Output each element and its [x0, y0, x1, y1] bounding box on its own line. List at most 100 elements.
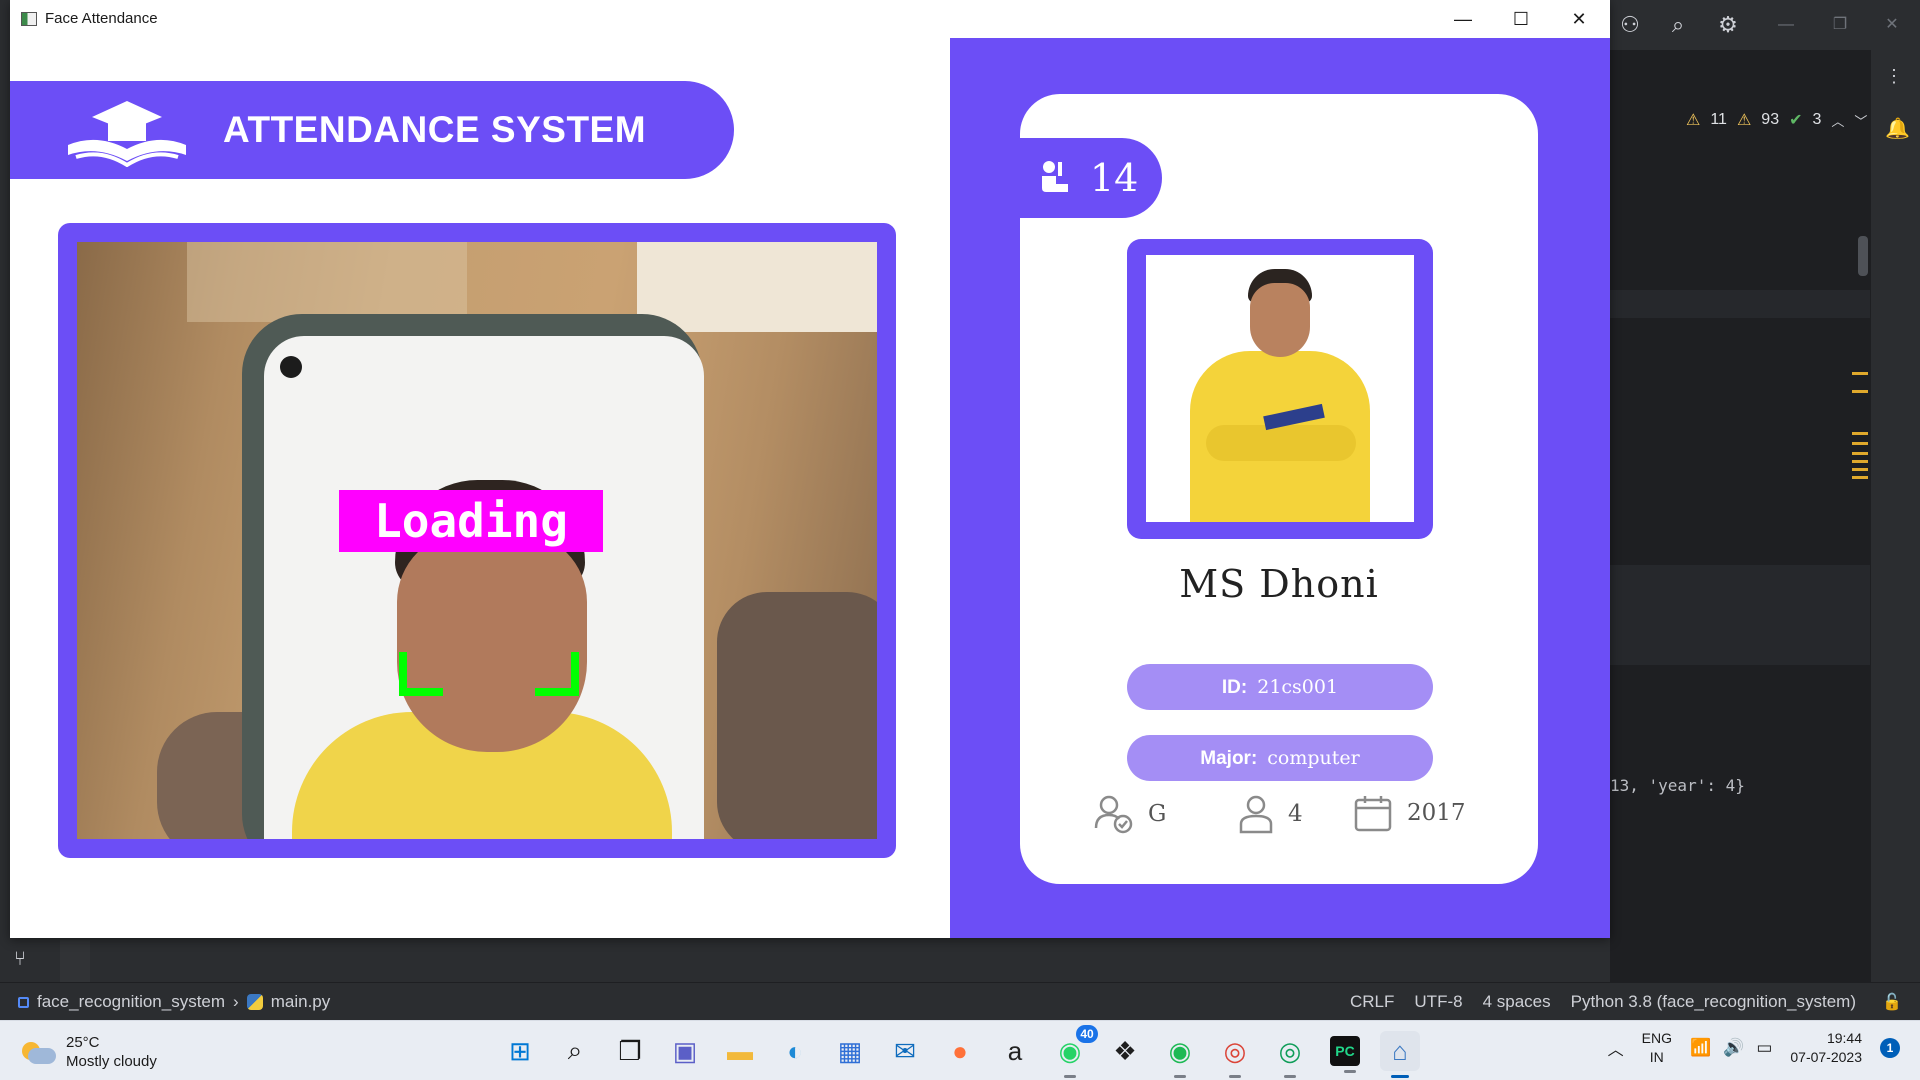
python-app-icon[interactable]: ⌂	[1380, 1031, 1420, 1078]
attendance-person-icon	[1042, 161, 1068, 192]
clock-date: 07-07-2023	[1790, 1049, 1862, 1065]
detected-face	[397, 532, 587, 752]
student-major-pill: Major: computer	[1127, 735, 1433, 781]
amazon-icon[interactable]: a	[995, 1031, 1035, 1071]
title-bar[interactable]: Face Attendance — ☐ ✕	[10, 0, 1610, 38]
gear-icon[interactable]: ⚙	[1715, 12, 1741, 38]
search-icon[interactable]: ⌕	[1665, 12, 1691, 38]
error-stripe-marker[interactable]	[1852, 452, 1868, 455]
header-title: ATTENDANCE SYSTEM	[223, 109, 647, 150]
student-photo-frame	[1127, 239, 1433, 539]
notification-badge[interactable]: 1	[1880, 1038, 1900, 1058]
graduation-cap-book-icon	[68, 101, 186, 167]
ide-toolbar: ⚇ ⌕ ⚙ — ❐ ✕	[1605, 0, 1920, 50]
interpreter-widget[interactable]: Python 3.8 (face_recognition_system)	[1571, 992, 1856, 1012]
check-icon: ✔	[1789, 112, 1803, 129]
language-indicator[interactable]: ENG IN	[1642, 1029, 1672, 1067]
ide-right-toolbar: ⋮ 🔔	[1870, 50, 1920, 982]
id-label: ID:	[1221, 677, 1248, 698]
firefox-icon[interactable]: ●	[940, 1031, 980, 1071]
starting-year-stat: 2017	[1353, 794, 1466, 832]
spotify-icon[interactable]: ◉	[1160, 1031, 1200, 1078]
user-check-icon	[1094, 795, 1133, 834]
chevron-up-icon[interactable]: ︿	[1608, 1036, 1624, 1060]
code-line[interactable]: 13, 'year': 4}	[1610, 776, 1745, 795]
chevron-right-icon: ›	[233, 992, 239, 1011]
ide-gutter	[60, 940, 90, 982]
volume-icon[interactable]: 🔊	[1723, 1038, 1744, 1058]
window-title: Face Attendance	[45, 10, 158, 27]
notifications-bell-icon[interactable]: 🔔	[1885, 116, 1910, 141]
error-stripe-marker[interactable]	[1852, 460, 1868, 463]
student-id-pill: ID: 21cs001	[1127, 664, 1433, 710]
editor-scrollbar[interactable]	[1858, 236, 1868, 276]
encoding-widget[interactable]: UTF-8	[1414, 992, 1462, 1012]
teams-chat-icon[interactable]: ▣	[665, 1031, 705, 1071]
dropbox-icon[interactable]: ❖	[1105, 1031, 1145, 1071]
breadcrumb-project[interactable]: face_recognition_system	[37, 992, 225, 1012]
attendance-count-pill: 14	[1020, 138, 1162, 218]
weather-temperature: 25°C	[66, 1034, 100, 1051]
start-button[interactable]: ⊞	[500, 1031, 540, 1071]
taskbar: 25°C Mostly cloudy ⊞ ⌕ ❐ ▣ ▬ ◐ ▦ ✉ ● a ◉…	[0, 1020, 1920, 1080]
error-stripe-marker[interactable]	[1852, 468, 1868, 471]
code-editor[interactable]	[1610, 50, 1870, 982]
standing-stat: G	[1094, 794, 1166, 834]
search-icon[interactable]: ⌕	[555, 1031, 595, 1071]
error-stripe-marker[interactable]	[1852, 432, 1868, 435]
ide-close-icon[interactable]: ✕	[1879, 12, 1905, 38]
error-stripe-marker[interactable]	[1852, 442, 1868, 445]
ide-restore-icon[interactable]: ❐	[1827, 12, 1853, 38]
microsoft-store-icon[interactable]: ▦	[830, 1031, 870, 1071]
face-bracket-right	[535, 652, 579, 696]
app-icon	[21, 12, 37, 26]
breadcrumb-file[interactable]: main.py	[271, 992, 331, 1012]
clock[interactable]: 19:44 07-07-2023	[1790, 1029, 1862, 1067]
task-view-icon[interactable]: ❐	[610, 1031, 650, 1071]
error-stripe-marker[interactable]	[1852, 476, 1868, 479]
student-icon	[1239, 795, 1273, 834]
major-value: computer	[1267, 747, 1360, 769]
clock-time: 19:44	[1826, 1030, 1862, 1046]
weak-warning-count: 93	[1761, 111, 1780, 128]
add-user-icon[interactable]: ⚇	[1617, 12, 1643, 38]
chevron-up-icon[interactable]: ︿	[1831, 111, 1844, 130]
chrome-icon[interactable]: ◎	[1215, 1031, 1255, 1078]
close-button[interactable]: ✕	[1550, 0, 1608, 38]
weak-warning-icon: ⚠	[1736, 112, 1752, 129]
battery-icon[interactable]: ▭	[1756, 1038, 1772, 1058]
line-separator-widget[interactable]: CRLF	[1350, 992, 1394, 1012]
mail-icon[interactable]: ✉	[885, 1031, 925, 1071]
weather-widget[interactable]: 25°C Mostly cloudy	[22, 1033, 157, 1071]
pycharm-icon[interactable]: PC	[1330, 1036, 1360, 1073]
editor-highlight-block	[1610, 565, 1870, 665]
editor-highlight-line	[1610, 290, 1870, 318]
face-bracket-left	[399, 652, 443, 696]
ide-minimize-icon[interactable]: —	[1773, 12, 1799, 38]
error-stripe-marker[interactable]	[1852, 390, 1868, 393]
wifi-icon[interactable]: 📶	[1690, 1038, 1711, 1058]
more-options-icon[interactable]: ⋮	[1885, 66, 1903, 87]
student-name: MS Dhoni	[1179, 562, 1379, 606]
student-card: 14 MS Dhoni ID: 21cs001 Major: computer	[1020, 94, 1538, 884]
ide-status-bar: face_recognition_system › main.py CRLF U…	[0, 982, 1920, 1020]
git-branch-icon[interactable]: ⑂	[14, 948, 26, 971]
standing-value: G	[1148, 801, 1167, 827]
indent-widget[interactable]: 4 spaces	[1483, 992, 1551, 1012]
maximize-button[interactable]: ☐	[1492, 0, 1550, 38]
face-attendance-window: Face Attendance — ☐ ✕ ATTENDANCE SYSTEM	[10, 0, 1610, 938]
student-photo	[1146, 255, 1414, 522]
chrome-profile-icon[interactable]: ◎	[1270, 1031, 1310, 1078]
edge-browser-icon[interactable]: ◐	[775, 1031, 815, 1071]
id-value: 21cs001	[1257, 676, 1339, 698]
minimize-button[interactable]: —	[1434, 0, 1492, 38]
file-explorer-icon[interactable]: ▬	[720, 1031, 760, 1071]
weather-description: Mostly cloudy	[66, 1053, 157, 1070]
lang-code: ENG	[1641, 1030, 1672, 1046]
lock-icon[interactable]: 🔓	[1882, 992, 1902, 1012]
warning-count: 11	[1710, 111, 1727, 128]
whatsapp-icon[interactable]: ◉ 40	[1050, 1025, 1098, 1078]
chevron-down-icon[interactable]: ﹀	[1854, 111, 1867, 130]
inspection-widget[interactable]: ⚠ 11 ⚠ 93 ✔ 3 ︿ ﹀	[1686, 110, 1867, 130]
error-stripe-marker[interactable]	[1852, 372, 1868, 375]
